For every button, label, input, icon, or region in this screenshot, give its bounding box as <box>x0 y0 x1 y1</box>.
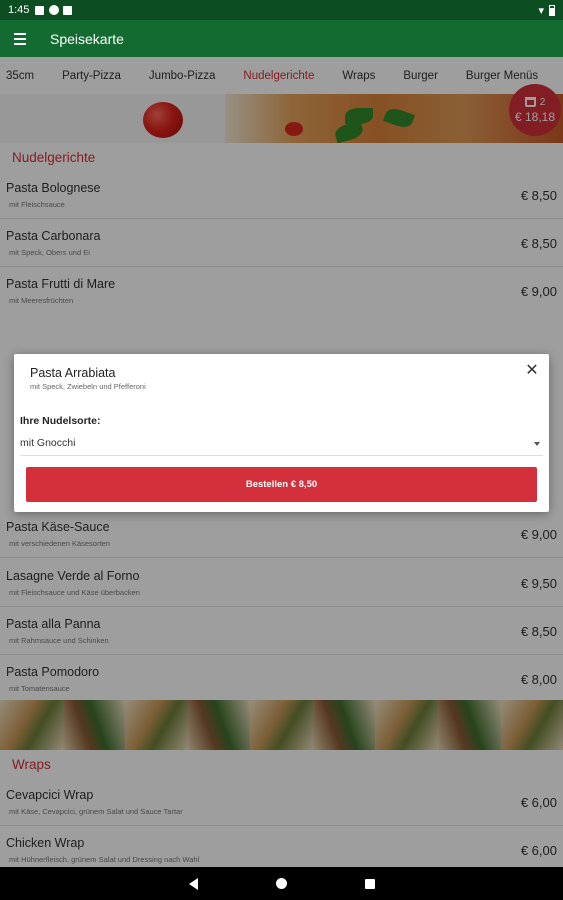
notification-icon <box>63 5 73 15</box>
pasta-type-value: mit Gnocchi <box>20 437 76 449</box>
status-bar: 1:45 ▾ <box>0 0 563 20</box>
close-icon[interactable]: ✕ <box>523 362 541 380</box>
back-icon[interactable] <box>188 877 198 890</box>
page-title: Speisekarte <box>50 30 124 47</box>
order-dialog: Pasta Arrabiata mit Speck, Zwiebeln und … <box>14 354 549 512</box>
recent-apps-icon[interactable] <box>364 878 375 889</box>
system-navigation-bar <box>0 867 563 900</box>
pasta-type-select[interactable]: mit Gnocchi <box>20 434 543 456</box>
dialog-subtitle: mit Speck, Zwiebeln und Pfefferoni <box>30 382 146 391</box>
notification-icon <box>35 5 45 15</box>
pasta-type-label: Ihre Nudelsorte: <box>20 415 101 427</box>
dropdown-arrow-icon <box>534 442 540 446</box>
app-bar: Speisekarte <box>0 20 563 57</box>
wifi-icon: ▾ <box>538 4 544 17</box>
home-icon[interactable] <box>275 878 287 889</box>
battery-icon <box>549 4 555 16</box>
hamburger-menu-icon[interactable] <box>0 20 40 57</box>
order-button[interactable]: Bestellen € 8,50 <box>26 467 537 502</box>
dialog-title: Pasta Arrabiata <box>30 366 116 380</box>
app-notification-icon <box>49 5 60 15</box>
status-time: 1:45 <box>8 4 30 16</box>
